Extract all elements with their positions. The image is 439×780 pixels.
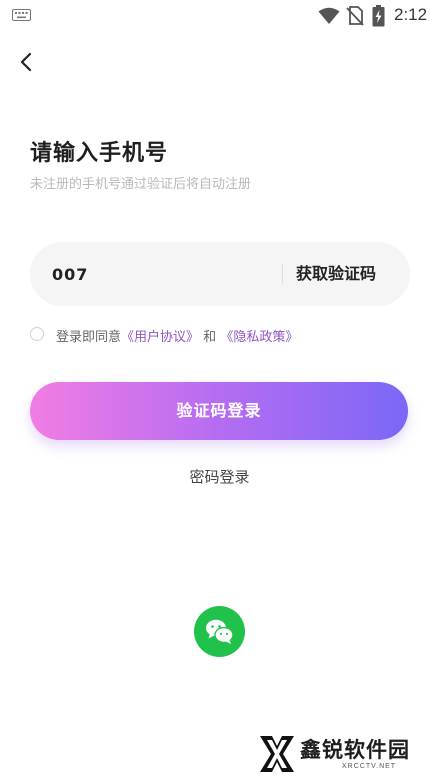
watermark-name: 鑫锐软件园 — [300, 738, 410, 762]
phone-divider — [282, 264, 283, 284]
get-code-button[interactable]: 获取验证码 — [296, 242, 376, 306]
agree-and: 和 — [203, 330, 217, 345]
phone-input-box: 获取验证码 — [30, 242, 410, 306]
page-subtitle: 未注册的手机号通过验证后将自动注册 — [30, 177, 252, 192]
agree-checkbox[interactable] — [30, 327, 44, 341]
wechat-icon — [206, 619, 234, 644]
phone-input[interactable] — [52, 242, 272, 306]
watermark: 鑫锐软件园 XRCCTV.NET — [258, 732, 430, 776]
agree-prefix: 登录即同意 — [56, 330, 122, 345]
chevron-left-icon — [20, 52, 32, 72]
battery-charging-icon — [372, 5, 385, 27]
user-agreement-link[interactable]: 《用户协议》 — [121, 330, 199, 345]
clock: 2:12 — [394, 5, 428, 24]
no-sim-icon — [346, 6, 364, 26]
watermark-logo-icon — [260, 736, 294, 772]
privacy-policy-link[interactable]: 《隐私政策》 — [220, 330, 298, 345]
status-bar: 2:12 — [0, 0, 439, 32]
keyboard-icon — [12, 9, 31, 21]
password-login-link[interactable]: 密码登录 — [0, 466, 439, 487]
back-button[interactable] — [14, 46, 42, 78]
wechat-login-button[interactable] — [194, 606, 245, 657]
wifi-icon — [318, 7, 340, 24]
page-title: 请输入手机号 — [30, 141, 169, 166]
watermark-domain: XRCCTV.NET — [342, 763, 397, 770]
code-login-button[interactable]: 验证码登录 — [30, 382, 408, 440]
agreement-text: 登录即同意《用户协议》 和 《隐私政策》 — [56, 326, 298, 345]
